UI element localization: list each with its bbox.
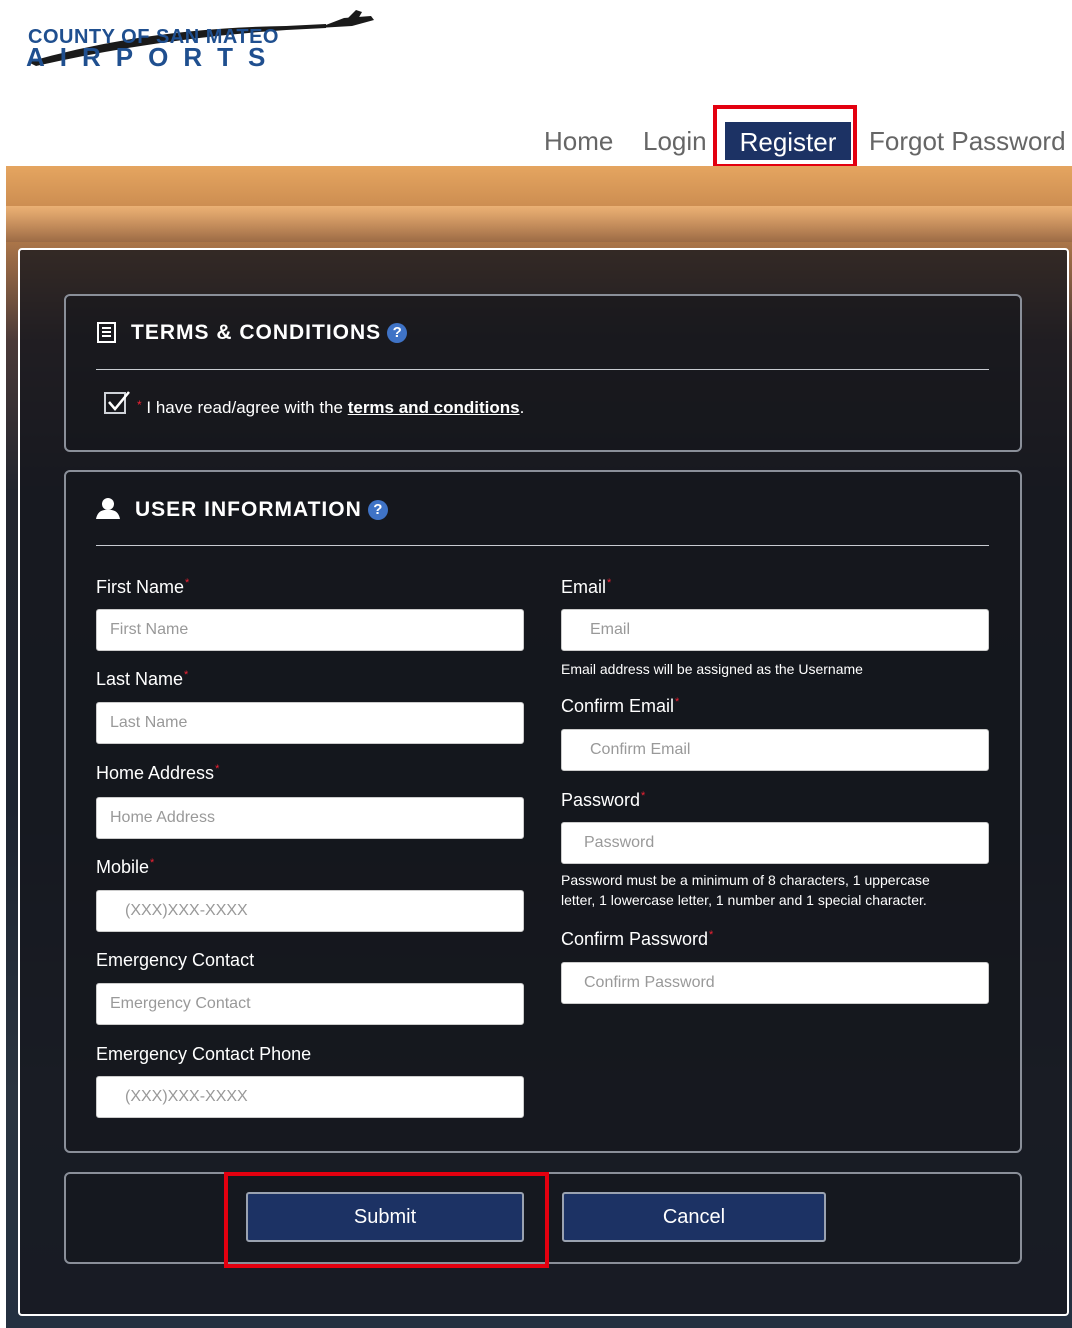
email-input[interactable] <box>561 609 989 651</box>
site-logo[interactable]: COUNTY OF SAN MATEO AIRPORTS <box>26 10 386 72</box>
email-hint: Email address will be assigned as the Us… <box>561 661 863 677</box>
register-highlight-box <box>713 105 857 168</box>
mobile-label: Mobile* <box>96 857 155 877</box>
top-nav: Home Login Register Forgot Password <box>0 105 1072 168</box>
checkmark-icon <box>108 391 130 411</box>
nav-forgot-password[interactable]: Forgot Password <box>869 126 1066 157</box>
last-name-input[interactable] <box>96 702 524 744</box>
password-input[interactable] <box>561 822 989 864</box>
password-label: Password* <box>561 790 646 810</box>
nav-login[interactable]: Login <box>643 126 707 157</box>
divider <box>96 545 989 546</box>
nav-home[interactable]: Home <box>544 126 613 157</box>
home-address-label: Home Address* <box>96 763 220 783</box>
emergency-contact-label: Emergency Contact <box>96 950 255 970</box>
user-icon <box>96 497 120 524</box>
cancel-button[interactable]: Cancel <box>562 1192 826 1242</box>
divider <box>96 369 989 370</box>
last-name-label: Last Name* <box>96 669 189 689</box>
help-icon[interactable]: ? <box>387 323 408 343</box>
logo-airports-text: AIRPORTS <box>26 42 281 72</box>
confirm-password-input[interactable] <box>561 962 989 1004</box>
mobile-input[interactable] <box>96 890 524 932</box>
email-label: Email* <box>561 577 612 597</box>
first-name-input[interactable] <box>96 609 524 651</box>
first-name-label: First Name* <box>96 577 190 597</box>
home-address-input[interactable] <box>96 797 524 839</box>
submit-highlight-box <box>224 1172 549 1268</box>
user-info-title: USER INFORMATION? <box>135 498 388 522</box>
sunset-skyline <box>6 206 1072 242</box>
terms-checkbox[interactable] <box>104 391 130 414</box>
confirm-email-label: Confirm Email* <box>561 696 680 716</box>
document-icon <box>96 322 118 349</box>
password-hint: Password must be a minimum of 8 characte… <box>561 872 930 908</box>
emergency-contact-input[interactable] <box>96 983 524 1025</box>
terms-agree-text: * I have read/agree with the terms and c… <box>137 398 525 417</box>
terms-title: TERMS & CONDITIONS? <box>131 321 408 345</box>
emergency-phone-input[interactable] <box>96 1076 524 1118</box>
help-icon[interactable]: ? <box>367 500 388 520</box>
emergency-phone-label: Emergency Contact Phone <box>96 1044 312 1064</box>
confirm-email-input[interactable] <box>561 729 989 771</box>
terms-link[interactable]: terms and conditions <box>348 398 520 417</box>
terms-section <box>64 294 1022 452</box>
confirm-password-label: Confirm Password* <box>561 929 714 949</box>
